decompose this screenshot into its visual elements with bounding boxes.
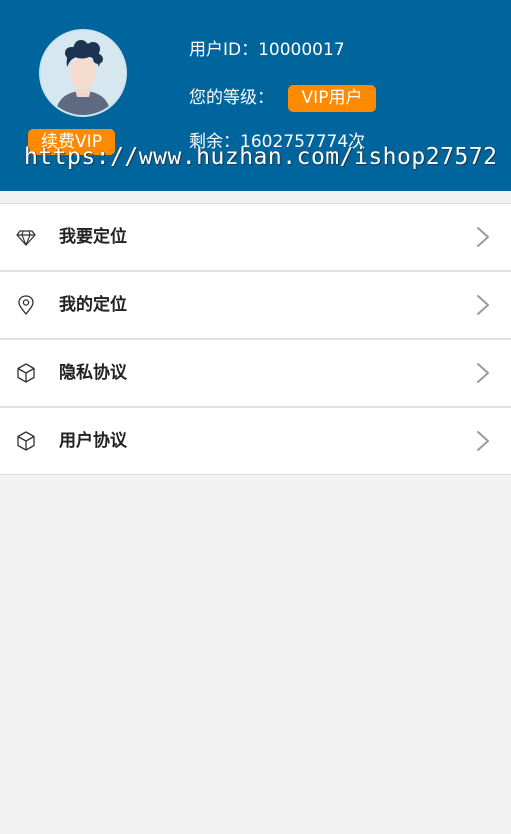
user-id-text: 用户ID：10000017 [189, 40, 345, 60]
chevron-right-icon [477, 227, 489, 247]
menu-item-my-locations[interactable]: 我的定位 [0, 272, 511, 340]
profile-page: 续费VIP 用户ID：10000017 您的等级： VIP用户 剩余：16027… [0, 0, 511, 834]
watermark-url: https://www.huzhan.com/ishop27572 [24, 144, 498, 170]
menu-list: 我要定位 我的定位 隐私协议 用户协议 [0, 203, 511, 475]
profile-header: 续费VIP 用户ID：10000017 您的等级： VIP用户 剩余：16027… [0, 0, 511, 191]
menu-item-label: 我的定位 [59, 295, 127, 315]
menu-item-label: 我要定位 [59, 227, 127, 247]
cube-icon [17, 363, 35, 383]
avatar[interactable] [39, 29, 127, 117]
chevron-right-icon [477, 431, 489, 451]
menu-item-privacy-policy[interactable]: 隐私协议 [0, 340, 511, 408]
location-pin-icon [18, 295, 34, 315]
menu-item-label: 用户协议 [59, 431, 127, 451]
cube-icon [17, 431, 35, 451]
menu-item-label: 隐私协议 [59, 363, 127, 383]
chevron-right-icon [477, 295, 489, 315]
vip-level-badge: VIP用户 [288, 85, 376, 112]
menu-item-locate[interactable]: 我要定位 [0, 204, 511, 272]
avatar-illustration [41, 31, 125, 115]
menu-item-user-agreement[interactable]: 用户协议 [0, 408, 511, 475]
user-level-label: 您的等级： [189, 88, 274, 108]
diamond-icon [16, 230, 36, 246]
chevron-right-icon [477, 363, 489, 383]
